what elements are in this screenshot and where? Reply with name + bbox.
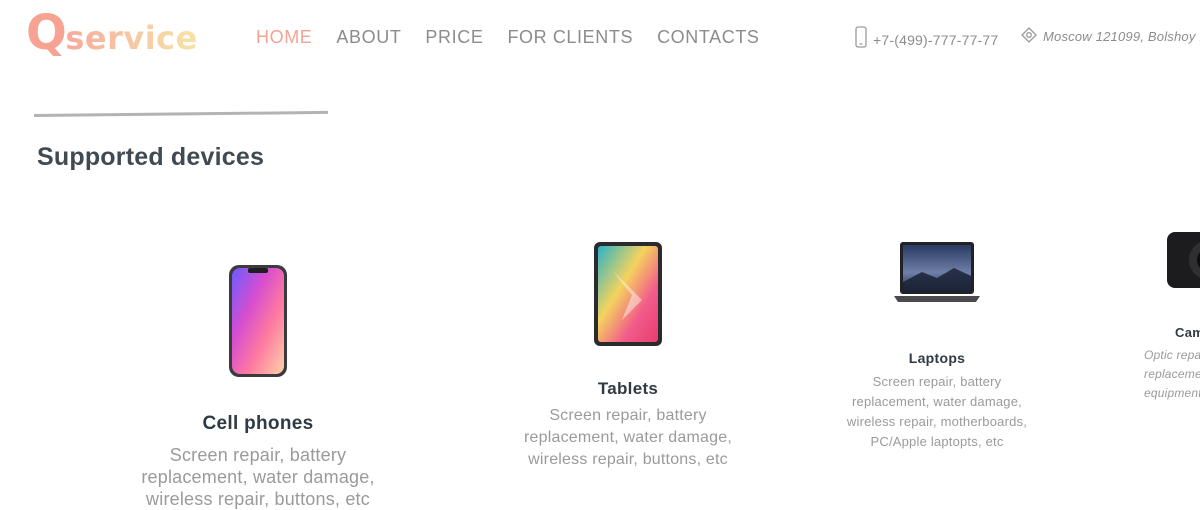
site-header: Q service HOME ABOUT PRICE FOR CLIENTS C… xyxy=(0,0,1200,78)
logo[interactable]: Q service xyxy=(26,8,198,58)
description-line: Screen repair, battery xyxy=(169,445,347,465)
description-line: replacement, w xyxy=(1144,367,1200,381)
description-line: Screen repair, battery xyxy=(549,407,707,424)
device-title: Tablets xyxy=(597,379,659,398)
location-pin-icon xyxy=(1021,26,1037,48)
description-line: replacement, water damage, xyxy=(524,429,732,446)
device-description: Optic repa replacement, w equipment r xyxy=(1144,346,1200,403)
section-divider xyxy=(33,110,328,117)
address-text: Moscow 121099, Bolshoy D xyxy=(1043,29,1200,44)
description-line: wireless repair, motherboards, xyxy=(846,414,1028,429)
device-title: Cell phones xyxy=(202,413,314,434)
nav-about[interactable]: ABOUT xyxy=(336,26,401,48)
nav-home[interactable]: HOME xyxy=(256,26,312,48)
device-description: Screen repair, battery replacement, wate… xyxy=(498,405,758,471)
description-line: replacement, water damage, xyxy=(852,394,1022,409)
mobile-phone-icon xyxy=(855,26,867,53)
laptop-icon xyxy=(894,242,980,302)
phone-number: +7-(499)-777-77-77 xyxy=(873,31,999,48)
device-title: Laptops xyxy=(908,350,966,366)
main-nav: HOME ABOUT PRICE FOR CLIENTS CONTACTS xyxy=(256,26,784,48)
device-card-cell-phones[interactable]: Cell phones Screen repair, battery repla… xyxy=(118,262,398,510)
description-line: Optic repa xyxy=(1144,348,1200,362)
device-title: Cam xyxy=(1175,325,1200,340)
device-card-tablets[interactable]: Tablets Screen repair, battery replaceme… xyxy=(498,240,758,471)
device-description: Screen repair, battery replacement, wate… xyxy=(118,444,398,510)
device-description: Screen repair, battery replacement, wate… xyxy=(822,372,1052,452)
header-phone[interactable]: +7-(499)-777-77-77 xyxy=(855,26,998,53)
section-title: Supported devices xyxy=(37,143,265,171)
nav-price[interactable]: PRICE xyxy=(425,26,483,48)
nav-for-clients[interactable]: FOR CLIENTS xyxy=(507,26,633,48)
description-line: equipment r xyxy=(1144,386,1200,400)
tablet-icon xyxy=(594,242,662,346)
smartphone-icon xyxy=(229,265,287,377)
camera-icon xyxy=(1167,232,1200,288)
description-line: wireless repair, buttons, etc xyxy=(528,451,728,468)
logo-letter-q: Q xyxy=(26,5,68,61)
description-line: Screen repair, battery xyxy=(872,374,1002,389)
device-card-cameras[interactable]: Cam Optic repa replacement, w equipment … xyxy=(1112,222,1200,403)
logo-wordmark: service xyxy=(65,13,198,63)
header-address[interactable]: Moscow 121099, Bolshoy D xyxy=(1021,26,1200,48)
description-line: PC/Apple laptopts, etc xyxy=(870,434,1004,449)
description-line: wireless repair, buttons, etc xyxy=(146,489,370,509)
nav-contacts[interactable]: CONTACTS xyxy=(657,26,759,48)
device-card-laptops[interactable]: Laptops Screen repair, battery replaceme… xyxy=(822,234,1052,452)
description-line: replacement, water damage, xyxy=(141,467,375,487)
